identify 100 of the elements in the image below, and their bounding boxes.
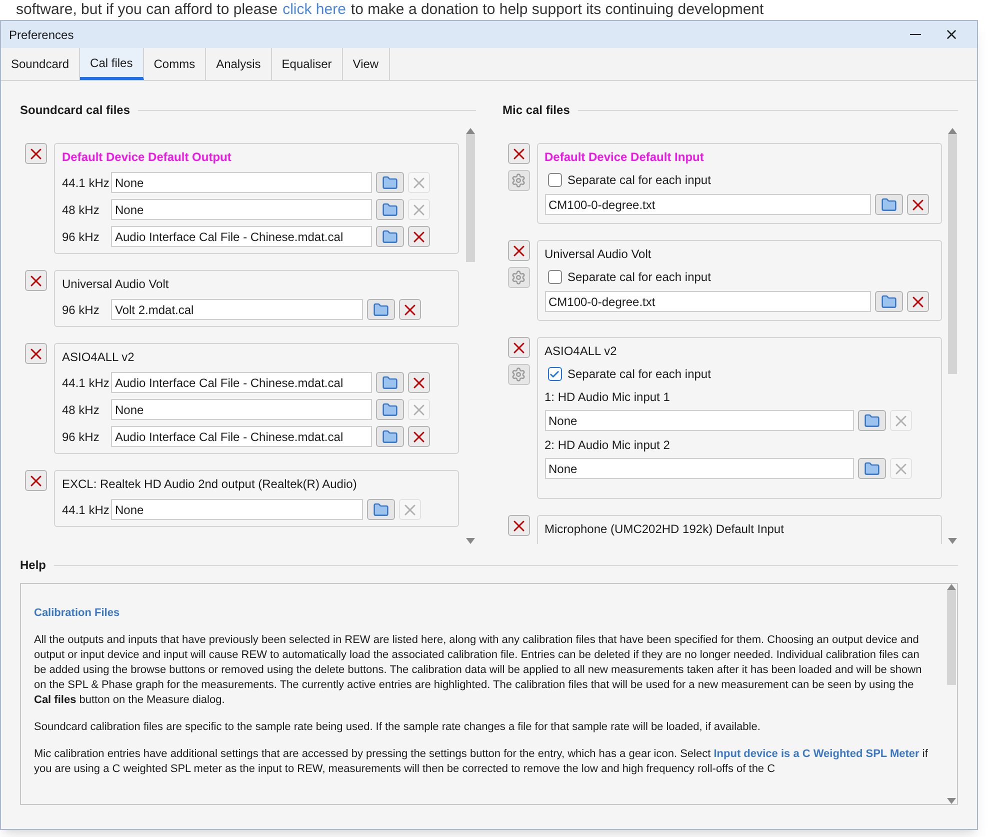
delete-button[interactable] — [408, 372, 430, 393]
scroll-thumb[interactable] — [466, 134, 474, 262]
browse-button[interactable] — [874, 194, 902, 215]
browse-button[interactable] — [376, 372, 404, 393]
help-paragraph: All the outputs and inputs that have previously been selected in REW are listed here, along with any calibration files that have been specified for them. Choosing an output device and output or input device and input will cause REW to automatically load the associated calibration file. Entries can be deleted if they are no longer needed. Individual calibration files can be added using the browse buttons or removed using the delete buttons. The calibration data will be applied to all new measurements taken after it has been loaded and will be shown on the SPL & Phase graph for the measurements. The currently active entries are highlighted. The calibration files that will be used for a new measurement can be seen by using the Cal files button on the Measure dialog. — [34, 633, 923, 708]
device-name: Microphone (UMC202HD 192k) Default Input — [544, 521, 785, 538]
folder-icon — [880, 294, 896, 310]
delete-button[interactable] — [408, 426, 430, 447]
file-field[interactable]: None — [544, 458, 854, 479]
browse-button[interactable] — [858, 458, 886, 479]
file-field[interactable]: None — [544, 410, 854, 431]
help-paragraph: Soundcard calibration files are specific to the sample rate being used. If the sample rate changes a file for that sample rate will be loaded, if available. — [34, 720, 762, 735]
settings-button[interactable] — [508, 170, 530, 191]
section-heading: Mic cal files — [502, 102, 570, 119]
window-title: Preferences — [9, 26, 75, 44]
sample-rate-label: 44.1 kHz — [62, 374, 107, 392]
browse-button[interactable] — [376, 226, 404, 247]
checkbox-label: Separate cal for each input — [568, 172, 711, 189]
delete-button[interactable] — [508, 240, 530, 261]
delete-button[interactable] — [25, 270, 47, 291]
file-field[interactable]: None — [111, 499, 363, 520]
tab[interactable]: Equaliser — [272, 48, 343, 80]
checkbox-label: Separate cal for each input — [568, 366, 711, 383]
help-title: Calibration Files — [34, 606, 121, 621]
tab[interactable]: Cal files — [80, 48, 144, 80]
device-name: EXCL: Realtek HD Audio 2nd output (Realtek(R) Audio) — [62, 476, 358, 493]
background-text: software, but if you can afford to please — [16, 0, 278, 19]
input-label: 1: HD Audio Mic input 1 — [544, 389, 671, 406]
delete-button[interactable] — [25, 343, 47, 364]
scroll-thumb[interactable] — [948, 134, 957, 374]
folder-icon — [864, 460, 880, 476]
help-link[interactable]: Input device is a C Weighted SPL Meter — [714, 748, 920, 760]
background-text: to make a donation to help support its continuing development — [350, 0, 764, 19]
help-paragraph: Mic calibration entries have additional settings that are accessed by pressing the settings button for the entry, which has a gear icon. Select Input device is a C Weighted SPL Meter if you are using a C weighted SPL meter as the input to REW, measurements will then be corrected to remove the low and high frequency roll-offs of the C — [34, 747, 929, 777]
folder-icon — [864, 412, 880, 428]
background-link[interactable]: click here — [282, 0, 346, 19]
delete-button[interactable] — [508, 515, 530, 536]
file-field[interactable]: Volt 2.mdat.cal — [111, 299, 363, 320]
file-field[interactable]: None — [111, 399, 372, 420]
scroll-bar[interactable] — [947, 128, 958, 544]
file-field[interactable]: CM100-0-degree.txt — [544, 291, 870, 312]
checkbox[interactable] — [548, 270, 562, 284]
folder-icon — [880, 196, 896, 212]
scroll-down-icon — [466, 538, 474, 544]
sample-rate-label: 44.1 kHz — [62, 174, 107, 192]
gear-icon — [511, 367, 526, 382]
folder-icon — [382, 202, 398, 218]
scroll-bar[interactable] — [464, 128, 476, 544]
browse-button[interactable] — [376, 172, 404, 193]
input-label: 2: HD Audio Mic input 2 — [544, 437, 671, 454]
gear-icon — [511, 270, 526, 285]
sample-rate-label: 48 kHz — [62, 402, 100, 418]
tab[interactable]: View — [342, 48, 390, 80]
section-heading: Soundcard cal files — [20, 102, 130, 119]
sample-rate-label: 44.1 kHz — [62, 502, 107, 518]
delete-button[interactable] — [906, 291, 928, 312]
device-name: Default Device Default Input — [544, 149, 705, 166]
folder-icon — [382, 228, 398, 244]
sample-rate-label: 96 kHz — [62, 428, 100, 446]
scroll-down-icon — [947, 798, 956, 804]
delete-button[interactable] — [399, 299, 421, 320]
folder-icon — [382, 374, 398, 390]
checkbox[interactable] — [548, 173, 562, 187]
sample-rate-label: 48 kHz — [62, 202, 100, 218]
scroll-thumb[interactable] — [947, 590, 956, 685]
tab[interactable]: Comms — [144, 48, 206, 80]
folder-icon — [382, 174, 398, 190]
file-field[interactable]: None — [111, 172, 372, 193]
folder-icon — [382, 428, 398, 444]
file-field[interactable]: Audio Interface Cal File - Chinese.mdat.cal — [111, 372, 372, 393]
checkbox-label: Separate cal for each input — [568, 269, 711, 286]
browse-button[interactable] — [376, 199, 404, 220]
browse-button[interactable] — [874, 291, 902, 312]
browse-button[interactable] — [858, 410, 886, 431]
browse-button[interactable] — [367, 499, 395, 520]
delete-button[interactable] — [508, 143, 530, 164]
checkbox[interactable] — [548, 367, 562, 381]
file-field[interactable]: CM100-0-degree.txt — [544, 194, 870, 215]
delete-button[interactable] — [25, 470, 47, 491]
minimize-icon — [910, 34, 920, 35]
file-field[interactable]: None — [111, 199, 372, 220]
delete-button[interactable] — [408, 226, 430, 247]
scroll-bar[interactable] — [946, 584, 957, 804]
browse-button[interactable] — [376, 426, 404, 447]
sample-rate-label: 96 kHz — [62, 228, 100, 246]
browse-button[interactable] — [376, 399, 404, 420]
delete-button[interactable] — [25, 143, 47, 164]
settings-button[interactable] — [508, 267, 530, 288]
delete-button[interactable] — [906, 194, 928, 215]
folder-icon — [382, 402, 398, 418]
file-field[interactable]: Audio Interface Cal File - Chinese.mdat.cal — [111, 226, 372, 247]
device-name: ASIO4ALL v2 — [544, 343, 618, 360]
tab[interactable]: Analysis — [206, 48, 272, 80]
file-field[interactable]: Audio Interface Cal File - Chinese.mdat.cal — [111, 426, 372, 447]
settings-button[interactable] — [508, 364, 530, 385]
delete-button[interactable] — [508, 337, 530, 358]
device-name: Default Device Default Output — [62, 149, 232, 166]
sample-rate-label: 96 kHz — [62, 302, 100, 318]
section-heading: Help — [20, 557, 46, 574]
browse-button[interactable] — [367, 299, 395, 320]
